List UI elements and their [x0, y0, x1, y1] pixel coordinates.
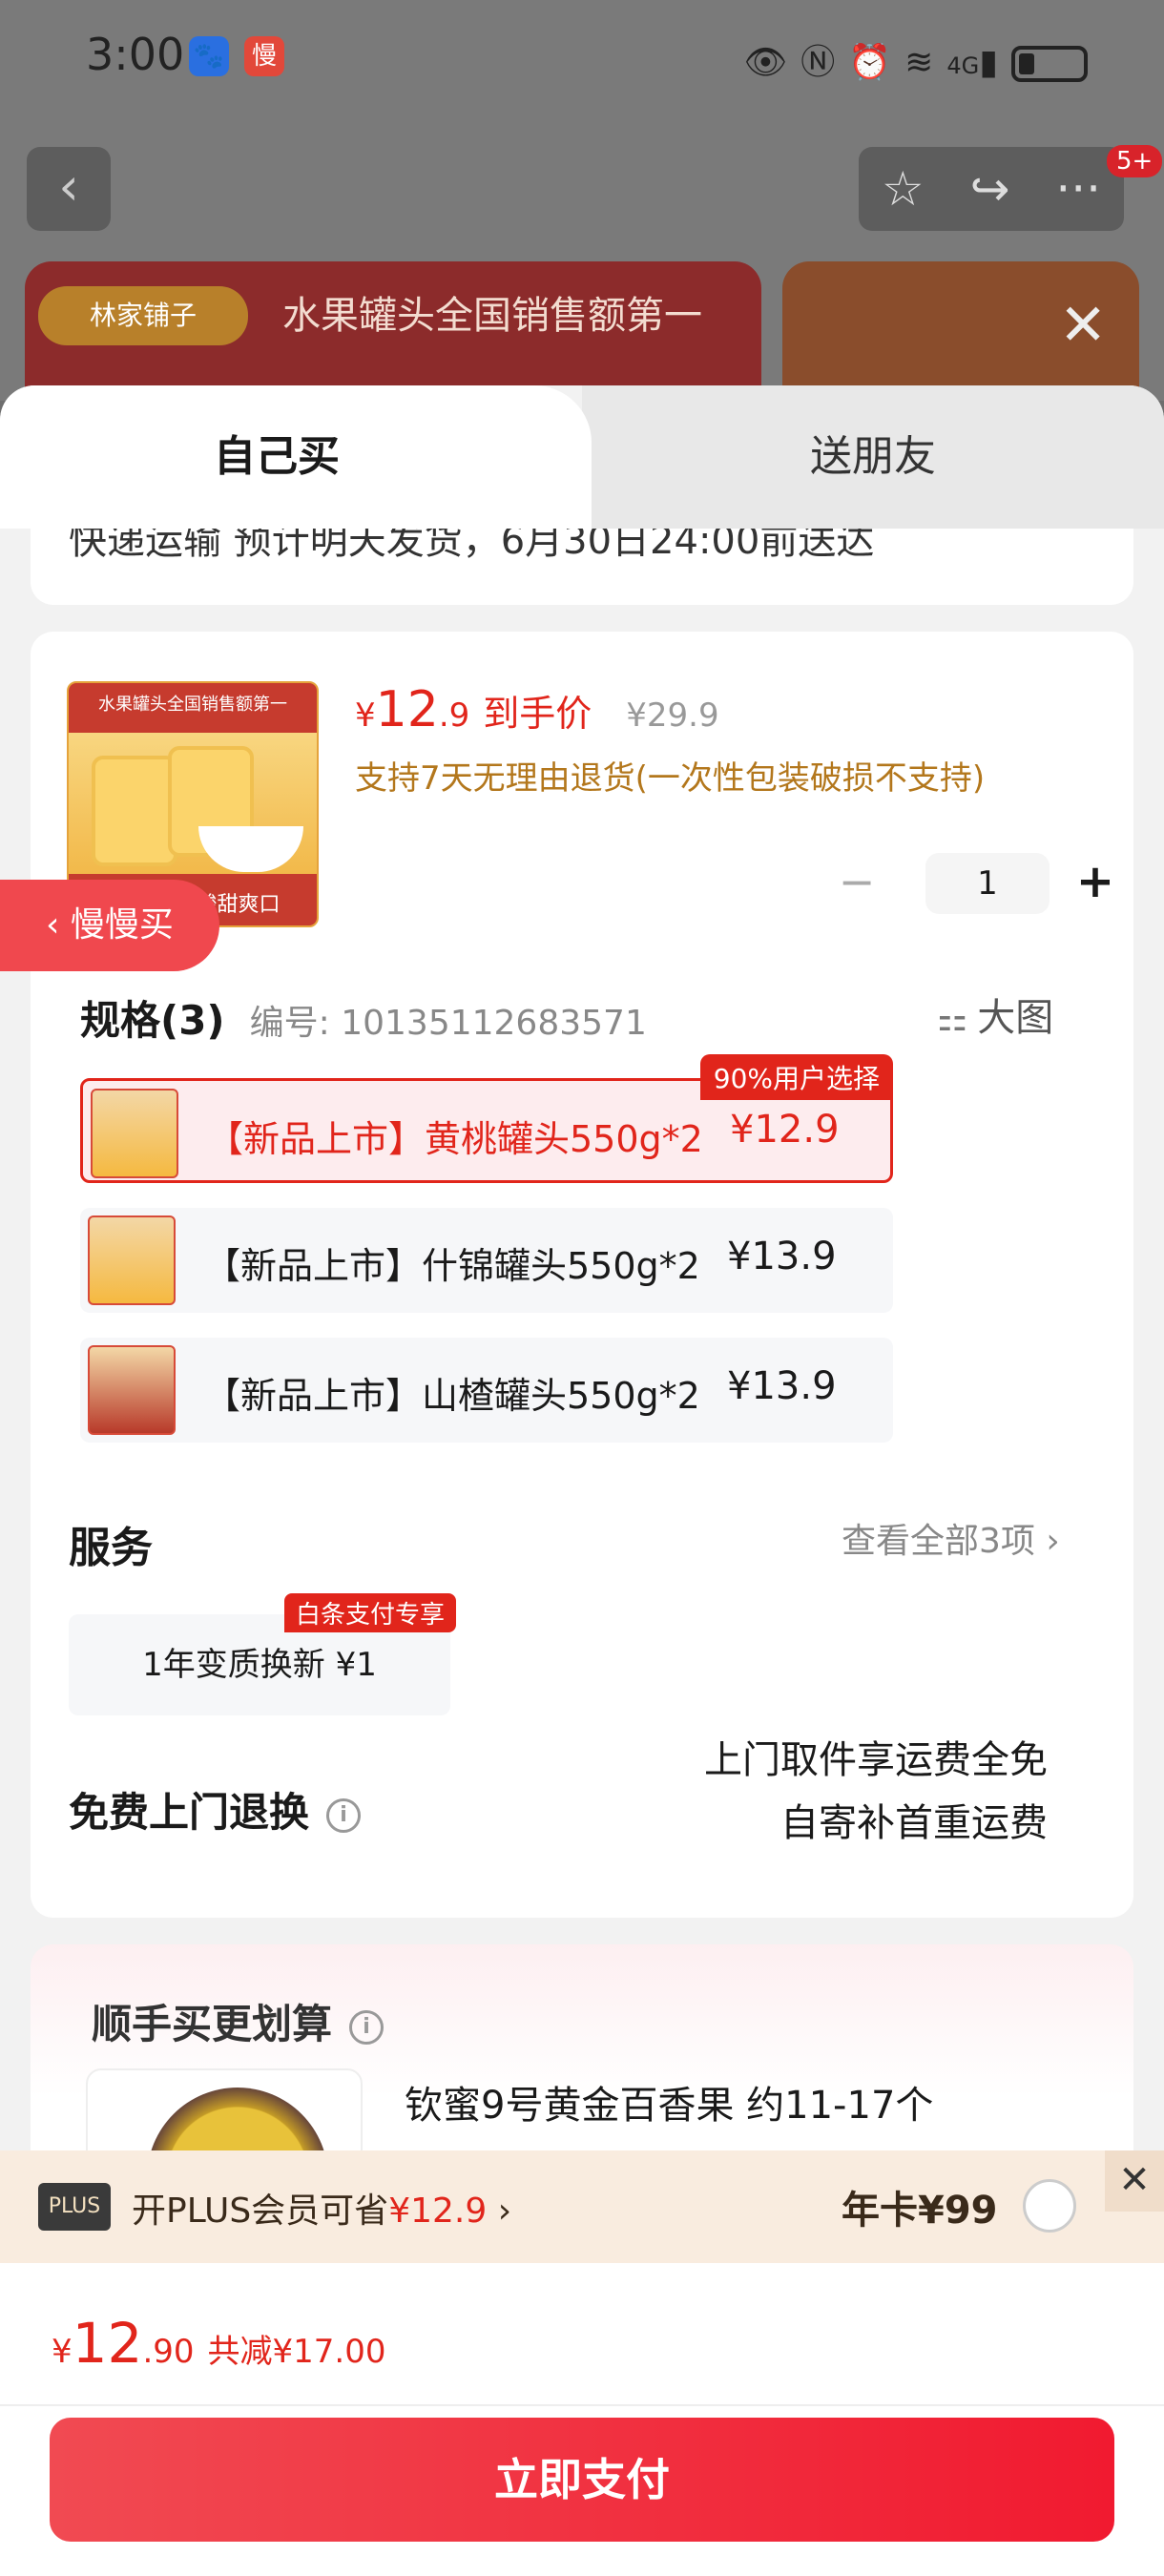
tab-send-friend[interactable]: 送朋友 — [582, 385, 1164, 529]
view-all-services[interactable]: 查看全部3项 › — [842, 1513, 1060, 1563]
banner-headline: 水果罐头全国销售额第一 — [282, 294, 702, 338]
plus-logo: PLUS — [38, 2183, 111, 2231]
recommend-label: 顺手买更划算 — [92, 2001, 333, 2047]
chevron-right-icon: › — [1046, 1522, 1060, 1561]
nav-actions: ☆ ↪ ··· — [859, 147, 1124, 231]
pay-now-button[interactable]: 立即支付 — [50, 2418, 1114, 2542]
spec-option[interactable]: 【新品上市】黄桃罐头550g*2 ¥12.9 90%用户选择 — [80, 1054, 893, 1183]
big-image-button[interactable]: ⚏ 大图 — [937, 987, 1053, 1042]
star-icon[interactable]: ☆ — [882, 161, 925, 217]
decrease-button[interactable]: − — [826, 853, 887, 914]
popular-tag: 90%用户选择 — [699, 1054, 893, 1100]
price-decimal: .9 — [438, 696, 470, 735]
checkout-bar: ¥12.90 共减¥17.00 立即支付 — [0, 2263, 1164, 2576]
total-price: ¥12.90 共减¥17.00 — [52, 2311, 386, 2376]
eye-icon: 👁 — [743, 43, 801, 82]
plus-select-radio[interactable] — [1023, 2179, 1076, 2233]
free-return-title: 免费上门退换 i — [69, 1780, 362, 1839]
share-icon[interactable]: ↪ — [970, 161, 1010, 217]
view-all-label: 查看全部3项 — [842, 1522, 1035, 1561]
option-price: ¥13.9 — [727, 1364, 837, 1408]
option-thumbnail — [88, 1345, 176, 1435]
price-label: 到手价 — [483, 693, 592, 735]
return-pickup-note: 上门取件享运费全免 — [704, 1738, 1048, 1782]
plus-membership-bar[interactable]: PLUS 开PLUS会员可省¥12.9 › 年卡¥99 ✕ — [0, 2150, 1164, 2263]
plus-year-card: 年卡¥99 — [842, 2189, 998, 2233]
jar-image — [92, 756, 177, 866]
bowl-image — [198, 826, 303, 872]
product-card: 水果罐头全国销售额第一 果肉紧弹 酸甜爽口 ¥12.9到手价¥29.9 支持7天… — [31, 632, 1133, 1918]
chevron-right-icon: › — [497, 2192, 512, 2231]
notification-badge: 5+ — [1107, 145, 1163, 177]
purchase-sheet: 送朋友 自己买 快递运输 预计明天发货，6月30日24:00前送达 水果罐头全国… — [0, 385, 1164, 2576]
spec-option[interactable]: 【新品上市】什锦罐头550g*2 ¥13.9 — [80, 1208, 893, 1313]
spec-title: 规格(3) — [80, 997, 225, 1044]
free-return-label: 免费上门退换 — [69, 1789, 310, 1836]
total-decimal: .90 — [142, 2333, 195, 2371]
purchase-tabs: 送朋友 自己买 — [0, 385, 1164, 529]
close-icon[interactable]: ✕ — [1105, 2150, 1164, 2212]
quantity-value[interactable]: 1 — [925, 853, 1050, 914]
recommend-title: 顺手买更划算 i — [92, 1992, 385, 2050]
original-price: ¥29.9 — [626, 696, 719, 735]
plus-savings: 开PLUS会员可省¥12.9 › — [132, 2183, 511, 2233]
status-indicators: 👁Ⓝ⏰≋4G▮ — [744, 34, 1088, 84]
delivery-note: 快递运输 预计明天发货，6月30日24:00前送达 — [69, 529, 875, 563]
plus-savings-label: 开PLUS会员可省 — [132, 2192, 389, 2231]
tab-buy-self[interactable]: 自己买 — [0, 385, 592, 529]
info-icon[interactable]: i — [326, 1797, 362, 1833]
battery-icon — [1011, 46, 1088, 82]
price-currency: ¥ — [355, 696, 376, 735]
price-integer: 12 — [375, 681, 439, 738]
back-button[interactable]: ‹ — [27, 147, 111, 231]
nfc-icon: Ⓝ — [800, 43, 849, 82]
brand-logo: 林家铺子 — [38, 286, 248, 345]
service-tag: 白条支付专享 — [284, 1593, 457, 1632]
option-thumbnail — [88, 1215, 176, 1305]
plus-savings-amount: ¥12.9 — [388, 2192, 488, 2231]
alarm-icon: ⏰ — [848, 43, 905, 82]
return-self-ship-note: 自寄补首重运费 — [780, 1801, 1048, 1845]
baidu-icon: 🐾 — [189, 36, 229, 76]
divider — [0, 2404, 1164, 2406]
price-row: ¥12.9 到手价 ¥29.9 — [355, 681, 719, 738]
option-price: ¥12.9 — [730, 1108, 840, 1152]
recommend-item-name[interactable]: 钦蜜9号黄金百香果 约11-17个 — [405, 2074, 933, 2129]
spec-header: 规格(3) 编号: 10135112683571 — [80, 988, 647, 1047]
grid-icon: ⚏ — [937, 1000, 968, 1039]
slow-buy-label: 慢慢买 — [70, 905, 174, 945]
info-icon[interactable]: i — [349, 2009, 385, 2045]
spec-option[interactable]: 【新品上市】山楂罐头550g*2 ¥13.9 — [80, 1338, 893, 1443]
option-name: 【新品上市】什锦罐头550g*2 — [204, 1245, 700, 1287]
slow-buy-button[interactable]: ‹ 慢慢买 — [0, 880, 219, 971]
return-policy: 支持7天无理由退货(一次性包装破损不支持) — [355, 759, 986, 798]
total-currency: ¥ — [52, 2333, 73, 2371]
total-integer: 12 — [72, 2311, 143, 2376]
chevron-left-icon: ‹ — [46, 905, 60, 945]
service-title: 服务 — [69, 1524, 153, 1572]
slow-icon: 慢 — [244, 36, 284, 76]
delivery-card: 快递运输 预计明天发货，6月30日24:00前送达 — [31, 529, 1133, 605]
status-bar: 3:00 🐾 慢 👁Ⓝ⏰≋4G▮ — [0, 0, 1164, 114]
product-image-caption: 水果罐头全国销售额第一 — [98, 695, 287, 715]
status-time: 3:00 — [86, 29, 185, 80]
option-name: 【新品上市】黄桃罐头550g*2 — [207, 1118, 703, 1160]
option-thumbnail — [91, 1089, 178, 1178]
signal-label: 4G — [946, 52, 980, 79]
total-savings: 共减¥17.00 — [207, 2333, 386, 2371]
option-name: 【新品上市】山楂罐头550g*2 — [204, 1375, 700, 1417]
quantity-stepper: − 1 + — [826, 853, 1114, 914]
wifi-icon: ≋ — [904, 43, 947, 82]
increase-button[interactable]: + — [1065, 853, 1126, 914]
big-image-label: 大图 — [977, 996, 1054, 1040]
product-code: 编号: 10135112683571 — [249, 1004, 647, 1043]
more-icon[interactable]: ··· — [1055, 161, 1101, 217]
close-icon[interactable]: ✕ — [1059, 292, 1107, 359]
option-price: ¥13.9 — [727, 1235, 837, 1278]
signal-icon: ▮ — [979, 43, 1011, 82]
